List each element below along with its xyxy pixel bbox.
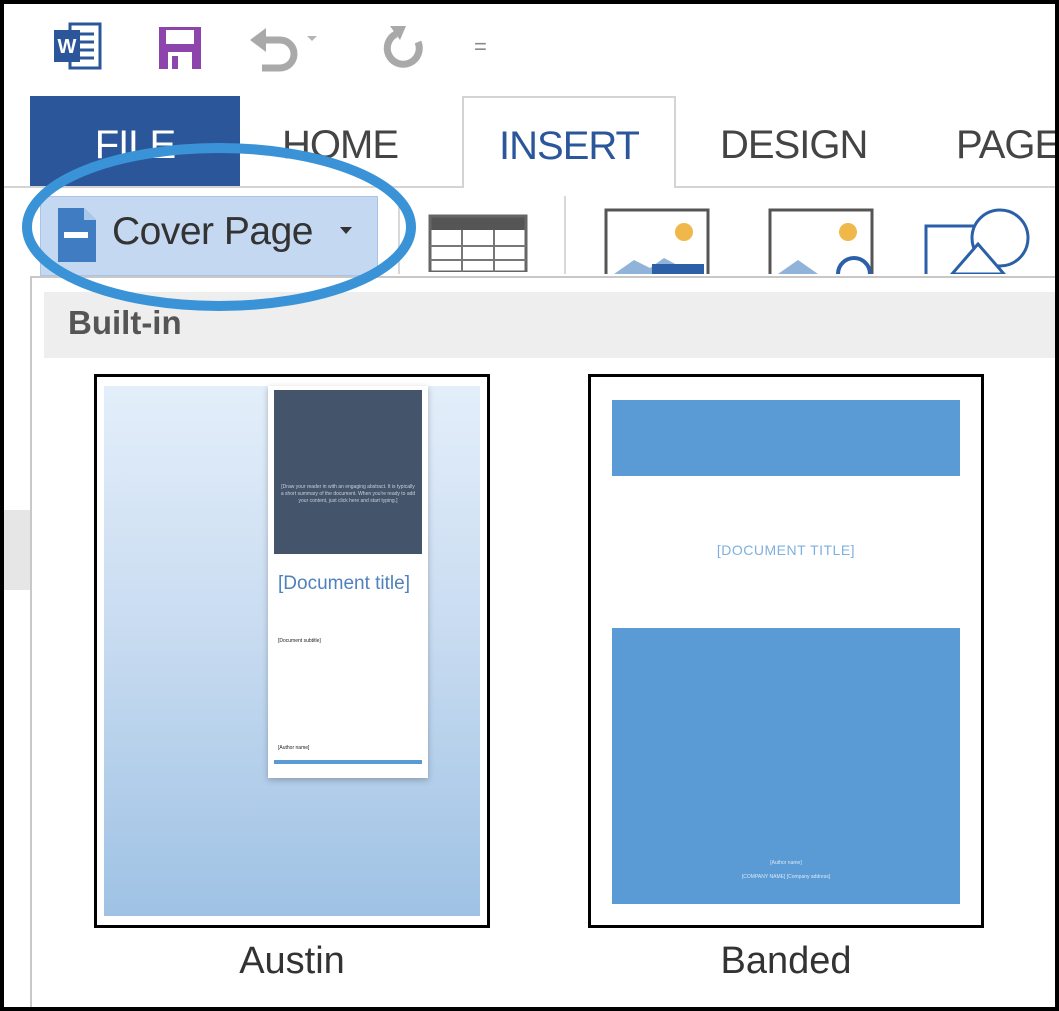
customize-toolbar-icon[interactable]: = [474, 36, 490, 58]
svg-text:W: W [58, 36, 77, 58]
shapes-icon[interactable] [922, 204, 1032, 274]
austin-abstract-text: [Draw your reader in with an engaging ab… [280, 484, 416, 504]
tab-home[interactable]: HOME [282, 96, 399, 186]
online-pictures-icon[interactable] [768, 208, 874, 274]
word-logo-icon[interactable]: W [52, 22, 102, 70]
cover-label-banded[interactable]: Banded [588, 940, 984, 983]
banded-company-info: [COMPANY NAME] [Company address] [741, 874, 831, 880]
austin-document-subtitle: [Document subtitle] [278, 638, 321, 644]
cover-page-icon [58, 208, 96, 262]
chevron-down-icon[interactable] [304, 30, 320, 46]
tab-page[interactable]: PAGE [956, 96, 1055, 186]
pictures-icon[interactable] [604, 208, 710, 274]
gallery-section-header [44, 292, 1055, 358]
ribbon-separator [564, 196, 566, 274]
cover-page-label: Cover Page [112, 210, 313, 253]
chevron-down-icon [340, 227, 352, 234]
cover-label-austin[interactable]: Austin [94, 940, 490, 983]
ribbon-separator [398, 196, 400, 274]
banded-top-band [612, 400, 960, 476]
tab-design[interactable]: DESIGN [720, 96, 868, 186]
section-label-built-in: Built-in [68, 304, 182, 341]
tab-insert[interactable]: INSERT [462, 96, 676, 188]
austin-footer-rule [274, 760, 422, 764]
banded-document-title: [DOCUMENT TITLE] [716, 542, 856, 558]
document-margin [4, 510, 30, 590]
save-icon[interactable] [156, 24, 204, 72]
austin-author-name: [Author name] [278, 745, 310, 751]
austin-header-block [274, 390, 422, 554]
undo-icon[interactable] [248, 26, 302, 72]
redo-icon[interactable] [378, 24, 430, 72]
table-icon[interactable] [428, 214, 528, 272]
austin-document-title: [Document title] [278, 573, 410, 594]
banded-author-name: [Author name] [770, 860, 802, 866]
tab-file[interactable]: FILE [30, 96, 240, 186]
